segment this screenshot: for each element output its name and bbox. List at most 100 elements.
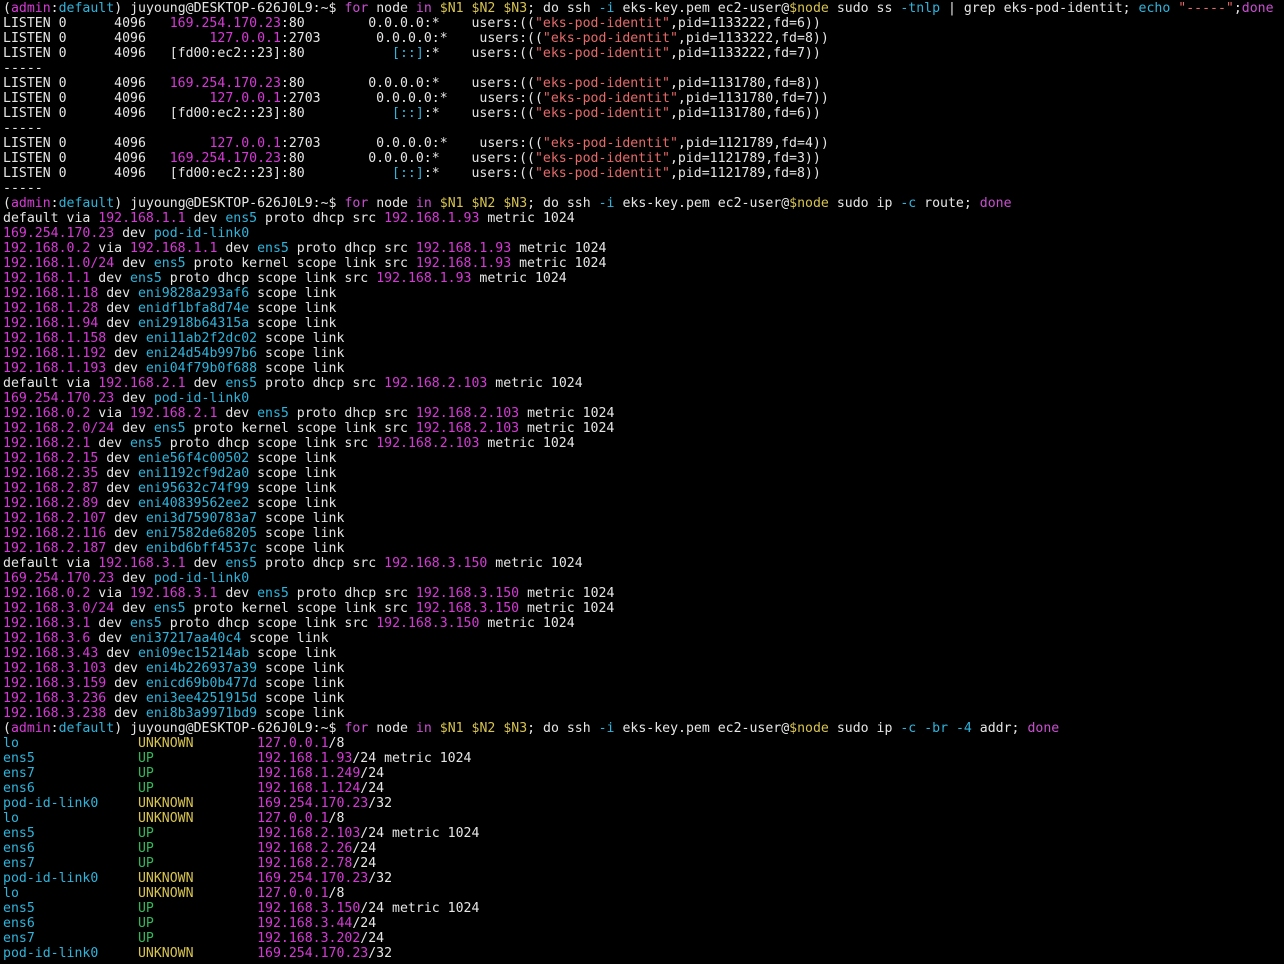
terminal-token: ens5 [130, 436, 162, 451]
terminal-token: ens6 [3, 841, 138, 856]
terminal-token: ,pid=1133222,fd=6)) [669, 16, 821, 31]
terminal-token: ----- [3, 181, 43, 196]
terminal-token: metric 1024 [471, 271, 567, 286]
terminal-token: metric 1024 [519, 406, 615, 421]
terminal-token: scope link [249, 286, 337, 301]
terminal-token: 169.254.170.23 [169, 16, 281, 31]
terminal-token: 192.168.2.103 [415, 421, 520, 436]
terminal-line: pod-id-link0 UNKNOWN 169.254.170.23/32 [3, 946, 1284, 961]
terminal-token: $N2 [471, 1, 496, 16]
terminal-token: 127.0.0.1 [209, 136, 281, 151]
terminal-token: dev [106, 526, 146, 541]
terminal-output[interactable]: (admin:default) juyoung@DESKTOP-626J0L9:… [3, 1, 1284, 964]
terminal-token: -i [598, 721, 615, 736]
terminal-token: dev [98, 496, 138, 511]
terminal-line: LISTEN 0 4096 169.254.170.23:80 0.0.0.0:… [3, 151, 1284, 166]
terminal-token: eni7582de68205 [145, 526, 258, 541]
terminal-token: 192.168.3.150 [415, 601, 520, 616]
terminal-token: LISTEN 0 4096 [fd00:ec2::23]:80 [3, 166, 393, 181]
terminal-token: 192.168.2.26 [257, 841, 353, 856]
terminal-token: scope link [249, 466, 337, 481]
terminal-line: 192.168.3.0/24 dev ens5 proto kernel sco… [3, 601, 1284, 616]
terminal-token: $N3 [503, 1, 528, 16]
terminal-token: pod-id-link0 [3, 946, 138, 961]
terminal-token: 192.168.2.1 [98, 376, 186, 391]
terminal-token: dev [217, 406, 258, 421]
terminal-token: default via [3, 556, 99, 571]
terminal-token: scope link [249, 316, 337, 331]
terminal-token: -i [598, 1, 615, 16]
terminal-token: :2703 0.0.0.0:* users:(( [280, 136, 543, 151]
terminal-token: default [58, 196, 115, 211]
terminal-token: default via [3, 376, 99, 391]
terminal-token: LISTEN 0 4096 [3, 91, 210, 106]
terminal-token: ens7 [3, 766, 138, 781]
terminal-line: lo UNKNOWN 127.0.0.1/8 [3, 736, 1284, 751]
terminal-token: dev [90, 436, 131, 451]
terminal-token: : [50, 196, 59, 211]
terminal-token: done [979, 196, 1012, 211]
terminal-token: scope link [249, 301, 337, 316]
terminal-token: dev [106, 361, 146, 376]
terminal-token: ens5 [3, 901, 138, 916]
terminal-token: metric 1024 [519, 421, 615, 436]
terminal-token: scope link [249, 496, 337, 511]
terminal-line: 192.168.3.238 dev eni8b3a9971bd9 scope l… [3, 706, 1284, 721]
terminal-line: 192.168.2.1 dev ens5 proto dhcp scope li… [3, 436, 1284, 451]
terminal-token: -4 [955, 721, 972, 736]
terminal-token: 192.168.1.1 [3, 271, 91, 286]
terminal-token: [::] [392, 106, 424, 121]
terminal-token: UNKNOWN [137, 736, 258, 751]
terminal-token: $N3 [503, 196, 528, 211]
terminal-token: 192.168.3.1 [98, 556, 186, 571]
terminal-token: for [344, 721, 369, 736]
terminal-token: 192.168.0.2 [3, 406, 91, 421]
terminal-token: ) juyoung@DESKTOP-626J0L9:~$ [114, 721, 345, 736]
terminal-token: : [50, 1, 59, 16]
terminal-token: scope link [257, 661, 345, 676]
terminal-token: 169.254.170.23 [257, 796, 369, 811]
terminal-token: dev [98, 646, 138, 661]
terminal-token: 192.168.1.0/24 [3, 256, 115, 271]
terminal-token: LISTEN 0 4096 [fd00:ec2::23]:80 [3, 46, 393, 61]
terminal-token: node [368, 1, 416, 16]
terminal-line: 169.254.170.23 dev pod-id-link0 [3, 571, 1284, 586]
terminal-line: ----- [3, 181, 1284, 196]
terminal-token: 192.168.2.103 [384, 376, 488, 391]
terminal-token: 169.254.170.23 [169, 151, 281, 166]
terminal-token: 192.168.3.0/24 [3, 601, 115, 616]
terminal-line: LISTEN 0 4096 [fd00:ec2::23]:80 [::]:* u… [3, 166, 1284, 181]
terminal-token: 192.168.2.78 [257, 856, 353, 871]
terminal-token: in [415, 721, 432, 736]
terminal-token: enibd6bff4537c [145, 541, 258, 556]
terminal-token: 192.168.3.103 [3, 661, 107, 676]
terminal-token: 192.168.1.249 [257, 766, 361, 781]
terminal-line: 192.168.1.28 dev enidf1bfa8d74e scope li… [3, 301, 1284, 316]
terminal-token: 192.168.1.124 [257, 781, 361, 796]
terminal-line: 192.168.2.89 dev eni40839562ee2 scope li… [3, 496, 1284, 511]
terminal-line: 192.168.2.107 dev eni3d7590783a7 scope l… [3, 511, 1284, 526]
terminal-line: 192.168.2.35 dev eni1192cf9d2a0 scope li… [3, 466, 1284, 481]
terminal-token: 192.168.2.1 [3, 436, 91, 451]
terminal-token: dev [114, 601, 154, 616]
terminal-token: $N2 [471, 196, 496, 211]
terminal-token: eni09ec15214ab [137, 646, 250, 661]
terminal-token: eks-key.pem ec2-user@ [614, 1, 790, 16]
terminal-token: metric 1024 [487, 376, 583, 391]
terminal-token: | grep eks-pod-identit; [940, 1, 1139, 16]
terminal-token: 192.168.3.1 [3, 616, 91, 631]
terminal-token: metric 1024 [487, 556, 583, 571]
terminal-token: 192.168.2.103 [257, 826, 361, 841]
terminal-token: "eks-pod-identit" [542, 31, 678, 46]
terminal-token: 192.168.3.1 [130, 586, 218, 601]
terminal-line: 192.168.1.1 dev ens5 proto dhcp scope li… [3, 271, 1284, 286]
terminal-token: eni11ab2f2dc02 [145, 331, 258, 346]
terminal-token: $N3 [503, 721, 528, 736]
terminal-line: 192.168.3.43 dev eni09ec15214ab scope li… [3, 646, 1284, 661]
terminal-token: ens5 [257, 406, 289, 421]
terminal-line: 192.168.2.15 dev enie56f4c00502 scope li… [3, 451, 1284, 466]
terminal-token: scope link [257, 541, 345, 556]
terminal-token: ens5 [225, 211, 258, 226]
terminal-token: 192.168.3.6 [3, 631, 91, 646]
terminal-token: admin [10, 196, 51, 211]
